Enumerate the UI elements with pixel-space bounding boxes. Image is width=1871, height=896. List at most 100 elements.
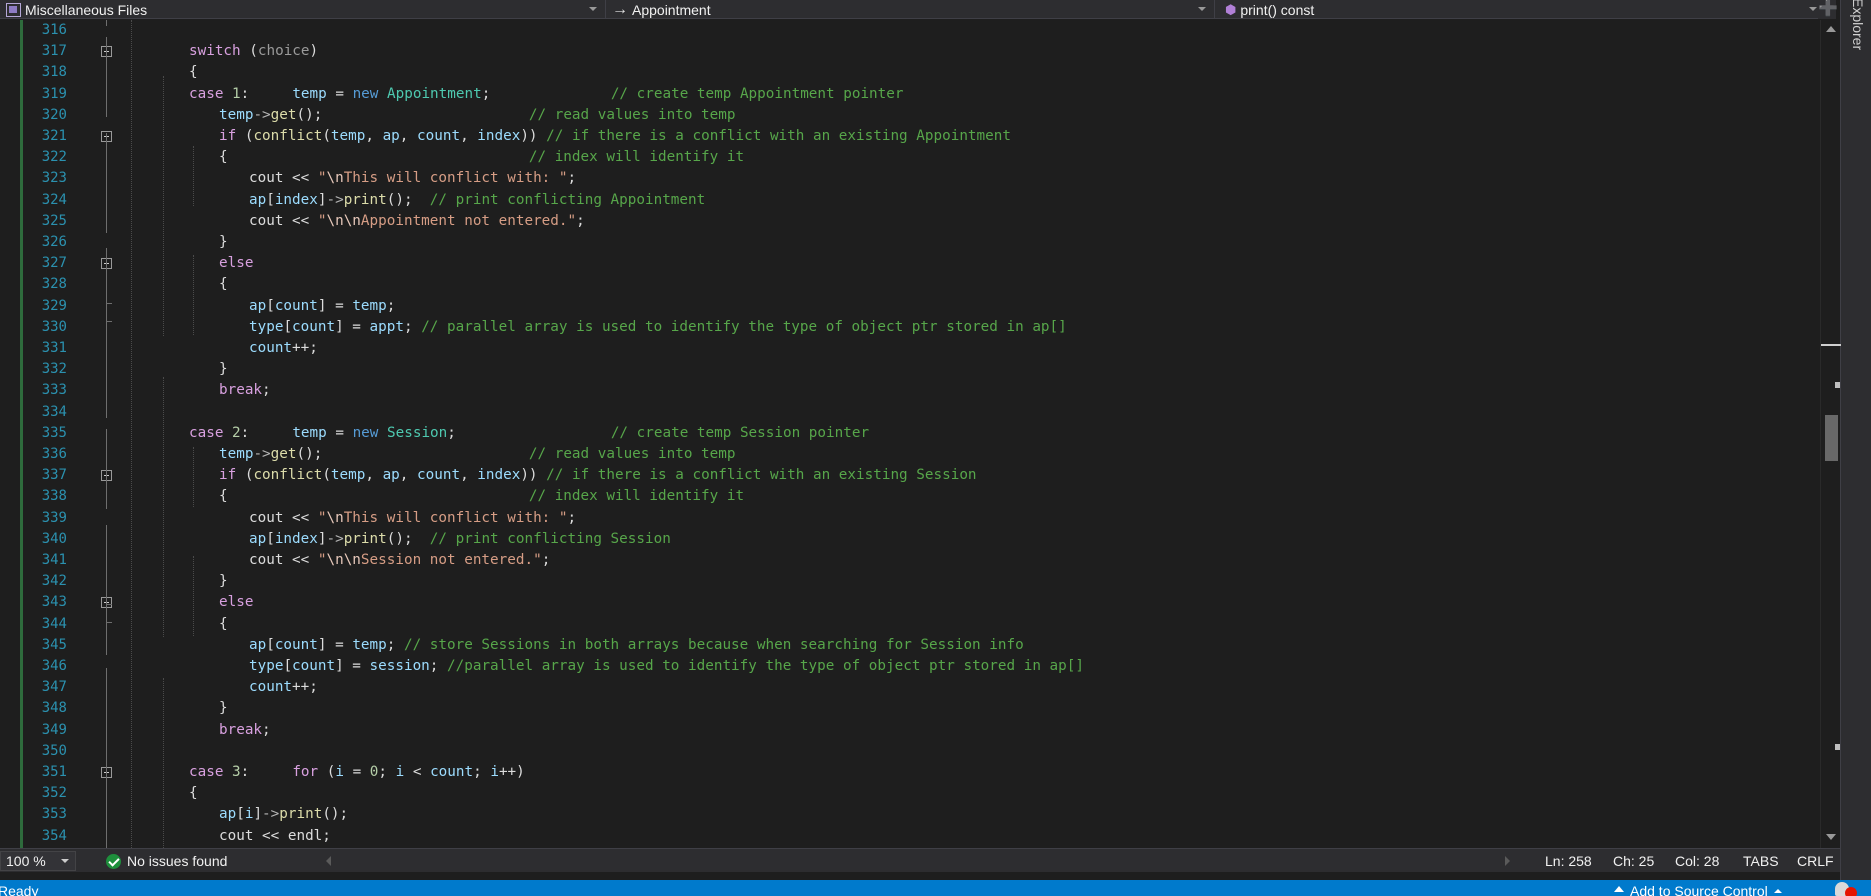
- code-token: ;: [447, 424, 611, 441]
- code-line[interactable]: case 2: temp = new Session; // create te…: [189, 423, 869, 444]
- code-line[interactable]: else: [219, 592, 253, 613]
- scope-dropdown[interactable]: → Appointment: [606, 0, 1215, 19]
- code-line[interactable]: temp->get(); // read values into temp: [219, 444, 735, 465]
- code-line[interactable]: ap[count] = temp; // store Sessions in b…: [249, 635, 1024, 656]
- code-line[interactable]: }: [219, 359, 228, 380]
- line-number: 340: [41, 530, 67, 547]
- code-token: switch: [189, 43, 241, 60]
- indentation-mode[interactable]: TABS: [1743, 851, 1779, 871]
- line-ending-mode[interactable]: CRLF: [1797, 851, 1834, 871]
- code-token: }: [219, 234, 228, 250]
- project-dropdown-label: Miscellaneous Files: [25, 1, 148, 18]
- line-number: 331: [41, 340, 67, 356]
- code-token: ++;: [292, 340, 318, 356]
- code-line[interactable]: break;: [219, 380, 271, 401]
- code-line[interactable]: }: [219, 698, 228, 719]
- zoom-level-dropdown[interactable]: 100 %: [0, 851, 76, 871]
- code-token: ,: [460, 467, 478, 484]
- code-token: type: [249, 318, 284, 335]
- code-line[interactable]: { // index will identify it: [219, 486, 744, 507]
- code-token: ++;: [292, 679, 318, 696]
- code-line[interactable]: }: [219, 232, 228, 253]
- line-number: 317: [41, 43, 67, 60]
- issues-indicator[interactable]: No issues found: [106, 851, 227, 871]
- code-token: ();: [386, 191, 430, 208]
- code-line[interactable]: }: [219, 571, 228, 592]
- code-line[interactable]: cout << "\n\nSession not entered.";: [249, 550, 550, 571]
- code-line[interactable]: {: [189, 783, 198, 804]
- code-line[interactable]: case 3: for (i = 0; i < count; i++): [189, 762, 525, 783]
- code-line[interactable]: break;: [219, 720, 271, 741]
- code-token: cout <<: [249, 552, 318, 568]
- scroll-down-arrow-icon[interactable]: [1826, 834, 1836, 840]
- indent-guide: [193, 255, 194, 335]
- line-number: 333: [41, 382, 67, 399]
- code-line[interactable]: cout << "\nThis will conflict with: ";: [249, 508, 576, 529]
- line-number: 347: [41, 679, 67, 696]
- code-token: // index will identify it: [528, 488, 745, 505]
- outline-connector: [106, 37, 107, 117]
- code-token: }: [219, 573, 228, 590]
- code-token: ->: [262, 806, 280, 823]
- code-token: ,: [365, 128, 383, 144]
- column-indicator[interactable]: Col: 28: [1675, 851, 1719, 871]
- code-line[interactable]: if (conflict(temp, ap, count, index)) //…: [219, 465, 977, 486]
- code-token: }: [219, 361, 228, 378]
- source-control-label: Add to Source Control: [1630, 883, 1768, 896]
- split-editor-button[interactable]: ➕: [1818, 0, 1838, 19]
- code-line[interactable]: ap[i]->print();: [219, 804, 348, 825]
- code-line[interactable]: cout << "\n\nAppointment not entered.";: [249, 211, 585, 232]
- code-line[interactable]: { // index will identify it: [219, 147, 744, 168]
- code-line[interactable]: count++;: [249, 677, 318, 698]
- char-indicator[interactable]: Ch: 25: [1613, 851, 1654, 871]
- scroll-left-arrow-icon[interactable]: [326, 856, 331, 866]
- code-line[interactable]: {: [189, 62, 198, 83]
- code-token: cout <<: [249, 509, 318, 526]
- line-indicator[interactable]: Ln: 258: [1545, 851, 1592, 871]
- add-to-source-control-button[interactable]: Add to Source Control: [1614, 883, 1782, 896]
- code-line[interactable]: switch (choice): [189, 41, 318, 62]
- outline-end-tick: [106, 321, 112, 322]
- code-token: ,: [399, 128, 418, 144]
- code-line[interactable]: ap[index]->print(); // print conflicting…: [249, 529, 671, 550]
- code-token: else: [219, 255, 254, 272]
- code-token: temp: [352, 297, 387, 314]
- code-token: i: [490, 764, 499, 780]
- line-number: 330: [41, 318, 67, 335]
- code-line[interactable]: temp->get(); // read values into temp: [219, 105, 735, 126]
- outline-connector: [106, 668, 107, 848]
- code-line[interactable]: ap[index]->print(); // print conflicting…: [249, 190, 705, 211]
- code-line[interactable]: else: [219, 253, 253, 274]
- code-line[interactable]: cout << endl;: [219, 826, 331, 847]
- line-number: 352: [41, 785, 67, 802]
- scrollbar-thumb[interactable]: [1825, 415, 1838, 461]
- indent-guide: [163, 76, 164, 336]
- code-line[interactable]: count++;: [249, 338, 318, 359]
- scrollbar-mark: [1835, 744, 1840, 750]
- code-line[interactable]: if (conflict(temp, ap, count, index)) //…: [219, 126, 1011, 147]
- vertical-scrollbar[interactable]: [1820, 20, 1841, 848]
- split-icon: ➕: [1818, 0, 1838, 17]
- code-line[interactable]: ap[count] = temp;: [249, 296, 395, 317]
- code-line[interactable]: {: [219, 274, 228, 295]
- project-dropdown[interactable]: Miscellaneous Files: [0, 0, 606, 19]
- code-token: )): [520, 467, 547, 484]
- code-token: ;: [262, 382, 271, 399]
- code-line[interactable]: type[count] = appt; // parallel array is…: [249, 317, 1067, 338]
- code-line[interactable]: case 1: temp = new Appointment; // creat…: [189, 84, 903, 105]
- member-dropdown[interactable]: ⬢ print() const: [1215, 0, 1826, 19]
- code-token: temp: [352, 636, 387, 653]
- scroll-right-arrow-icon[interactable]: [1505, 856, 1510, 866]
- code-editor[interactable]: 316 317 318 319 320 321 322 323 324 325 326 327 328 3…: [0, 20, 1820, 848]
- scroll-up-arrow-icon[interactable]: [1826, 26, 1836, 32]
- code-line[interactable]: type[count] = session; //parallel array …: [249, 656, 1084, 677]
- code-token: :: [240, 764, 293, 780]
- explorer-side-tab[interactable]: Explorer: [1840, 0, 1871, 880]
- code-token: print: [279, 806, 323, 823]
- code-line[interactable]: cout << "\nThis will conflict with: ";: [249, 168, 576, 189]
- code-line[interactable]: {: [219, 614, 228, 635]
- code-token: ();: [296, 106, 529, 123]
